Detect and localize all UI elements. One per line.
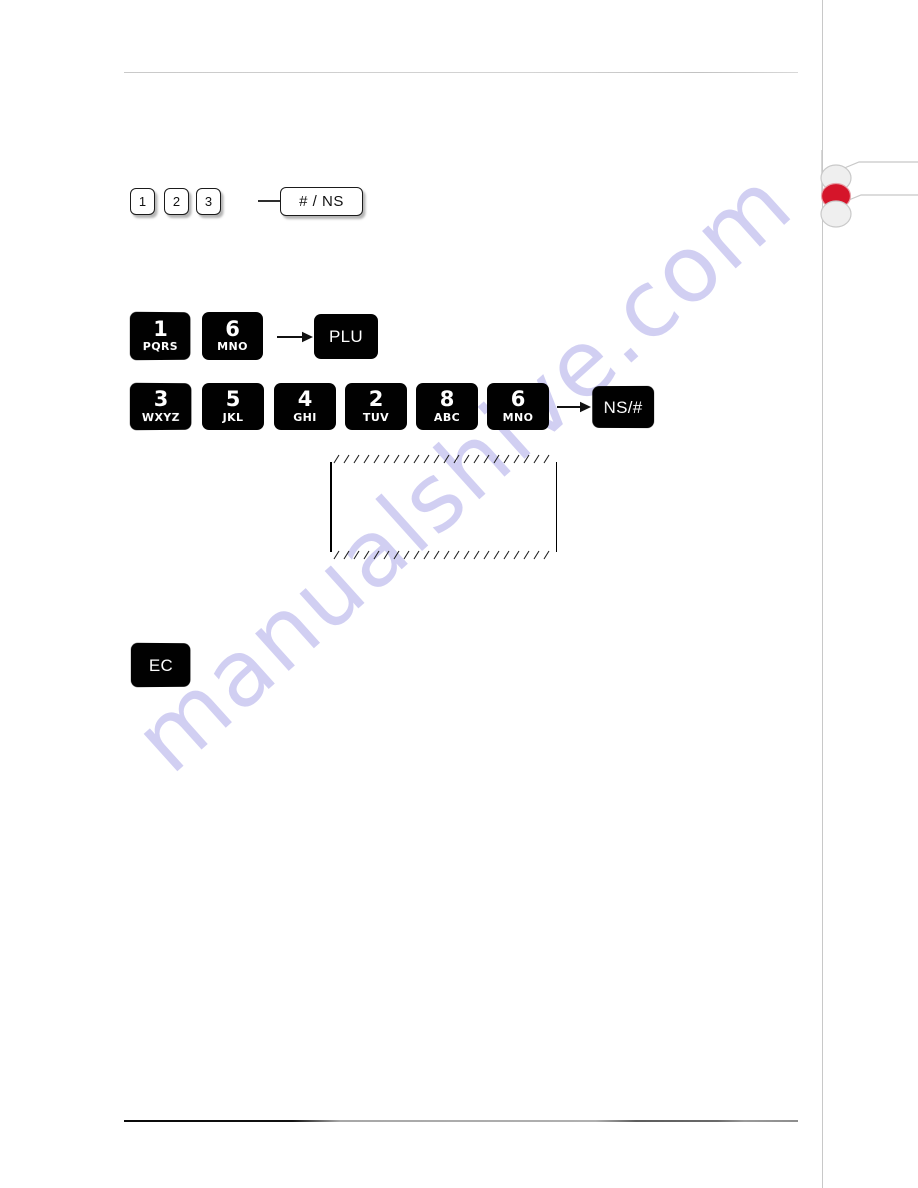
key-1[interactable]: 1 xyxy=(130,188,155,215)
key-digit: 8 xyxy=(439,387,455,412)
key-letters: JKL xyxy=(222,410,244,424)
receipt-paper-illustration xyxy=(330,454,557,560)
key-digit: 3 xyxy=(153,386,169,412)
key-1-pqrs[interactable]: 1 PQRS xyxy=(129,311,191,361)
key-digit: 1 xyxy=(153,316,168,341)
key-6-mno[interactable]: 6 MNO xyxy=(202,312,263,360)
key-plu[interactable]: PLU xyxy=(314,314,378,359)
receipt-perforation-bottom xyxy=(332,550,555,560)
key-3-wxyz[interactable]: 3 WXYZ xyxy=(129,382,192,431)
section-tab-marker xyxy=(812,150,918,232)
key-letters: WXYZ xyxy=(141,410,180,425)
key-digit: 2 xyxy=(368,387,384,412)
key-letters: ABC xyxy=(433,410,461,424)
key-4-ghi[interactable]: 4 GHI xyxy=(274,383,336,430)
key-digit: 5 xyxy=(225,387,241,412)
key-letters: GHI xyxy=(293,410,317,424)
key-digit: 6 xyxy=(225,316,240,341)
footer-rule xyxy=(124,1120,798,1122)
key-label: 3 xyxy=(204,194,213,209)
key-label: 2 xyxy=(172,194,181,209)
key-label: PLU xyxy=(329,327,363,346)
key-letters: MNO xyxy=(502,410,534,424)
marker-dot-below xyxy=(820,200,852,228)
key-ec[interactable]: EC xyxy=(130,642,191,688)
key-5-jkl[interactable]: 5 JKL xyxy=(202,383,264,430)
receipt-left-edge xyxy=(330,462,332,552)
key-letters: MNO xyxy=(217,340,248,354)
key-digit: 4 xyxy=(297,387,313,412)
key-letters: PQRS xyxy=(142,340,178,354)
key-2-tuv[interactable]: 2 TUV xyxy=(345,383,407,430)
key-ns-hash[interactable]: NS/# xyxy=(592,385,655,429)
watermark: manualshive.com xyxy=(0,0,918,1188)
key-label: NS/# xyxy=(603,397,643,417)
right-arrow-icon xyxy=(557,400,591,414)
key-2[interactable]: 2 xyxy=(164,188,189,215)
key-3[interactable]: 3 xyxy=(196,188,221,215)
key-letters: TUV xyxy=(362,410,390,424)
receipt-perforation-top xyxy=(332,454,555,464)
receipt-right-edge xyxy=(555,462,557,552)
key-8-abc[interactable]: 8 ABC xyxy=(416,383,478,430)
key-6-mno[interactable]: 6 MNO xyxy=(487,383,549,430)
key-label: 1 xyxy=(138,194,147,209)
manual-page: manualshive.com 1 2 3 # / NS 1 PQRS 6 MN… xyxy=(0,0,918,1188)
key-label: EC xyxy=(148,655,173,675)
key-digit: 6 xyxy=(510,387,526,412)
key-hash-ns[interactable]: # / NS xyxy=(280,187,363,216)
key-label: # / NS xyxy=(299,193,344,210)
header-rule xyxy=(124,72,798,73)
right-arrow-icon xyxy=(277,330,313,344)
